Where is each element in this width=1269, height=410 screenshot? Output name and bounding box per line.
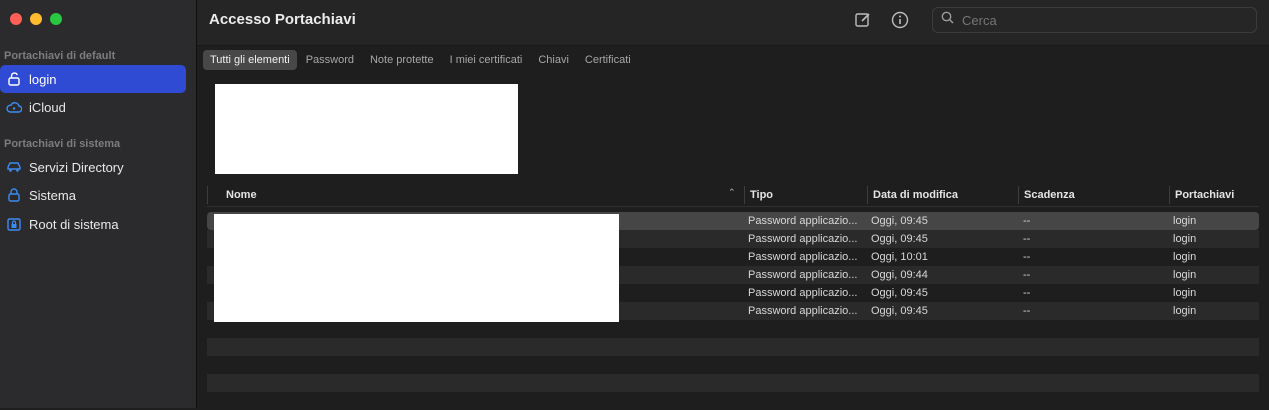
sidebar-item-sistema[interactable]: Sistema [0, 181, 186, 209]
column-header-data-di-modifica[interactable]: Data di modifica [873, 187, 958, 203]
compose-icon[interactable] [852, 9, 874, 31]
sidebar-item-login[interactable]: login [0, 65, 186, 93]
sidebar-item-icloud[interactable]: iCloud [0, 93, 186, 121]
empty-row [207, 374, 1259, 392]
cell-tipo: Password applicazio... [748, 233, 858, 245]
column-separator[interactable] [867, 186, 868, 204]
sidebar-item-label: Sistema [29, 187, 76, 203]
column-header-tipo[interactable]: Tipo [750, 187, 773, 203]
lock-icon [6, 187, 22, 203]
column-separator[interactable] [1169, 186, 1170, 204]
column-separator[interactable] [1018, 186, 1019, 204]
tab-password[interactable]: Password [299, 50, 361, 70]
cell-scadenza: -- [1023, 287, 1031, 299]
cell-tipo: Password applicazio... [748, 215, 858, 227]
cell-portachiavi: login [1173, 233, 1197, 245]
column-header-nome[interactable]: Nome [226, 187, 257, 203]
item-preview [215, 84, 518, 174]
sidebar-item-label: iCloud [29, 99, 66, 115]
main-content: Accesso Portachiavi Tutti gli elementi P… [197, 0, 1269, 408]
empty-row [207, 356, 1259, 374]
unlock-icon [6, 71, 22, 87]
cell-tipo: Password applicazio... [748, 251, 858, 263]
cell-portachiavi: login [1173, 215, 1197, 227]
sidebar-item-root-di-sistema[interactable]: Root di sistema [0, 210, 186, 238]
sidebar: Portachiavi di default login iCloud Port… [0, 0, 197, 408]
cell-data: Oggi, 10:01 [871, 251, 928, 263]
car-icon [6, 159, 22, 175]
column-header-portachiavi[interactable]: Portachiavi [1175, 187, 1234, 203]
cell-data: Oggi, 09:45 [871, 233, 928, 245]
cell-scadenza: -- [1023, 215, 1031, 227]
search-field[interactable] [932, 7, 1257, 33]
column-separator[interactable] [744, 186, 745, 204]
empty-row [207, 392, 1259, 410]
cell-portachiavi: login [1173, 305, 1197, 317]
section-system-keychains: Portachiavi di sistema [4, 138, 121, 150]
sidebar-item-servizi-directory[interactable]: Servizi Directory [0, 153, 186, 181]
cell-scadenza: -- [1023, 251, 1031, 263]
tab-note-protette[interactable]: Note protette [363, 50, 441, 70]
app-title: Accesso Portachiavi [209, 11, 356, 28]
cell-data: Oggi, 09:45 [871, 287, 928, 299]
section-default-keychains: Portachiavi di default [4, 50, 116, 62]
toolbar: Accesso Portachiavi [197, 0, 1269, 46]
cell-scadenza: -- [1023, 233, 1031, 245]
sidebar-item-label: login [29, 71, 57, 87]
cell-tipo: Password applicazio... [748, 305, 858, 317]
lock-box-icon [6, 216, 22, 232]
empty-row [207, 320, 1259, 338]
cell-data: Oggi, 09:44 [871, 269, 928, 281]
cell-scadenza: -- [1023, 269, 1031, 281]
info-icon[interactable] [889, 9, 911, 31]
cell-portachiavi: login [1173, 287, 1197, 299]
empty-row [207, 338, 1259, 356]
tab-i-miei-certificati[interactable]: I miei certificati [443, 50, 530, 70]
cell-portachiavi: login [1173, 269, 1197, 281]
tab-chiavi[interactable]: Chiavi [531, 50, 576, 70]
close-window-button[interactable] [10, 13, 22, 25]
cell-scadenza: -- [1023, 305, 1031, 317]
cell-tipo: Password applicazio... [748, 269, 858, 281]
cell-data: Oggi, 09:45 [871, 305, 928, 317]
category-tabs: Tutti gli elementi Password Note protett… [203, 50, 638, 70]
search-input[interactable] [960, 11, 1244, 29]
minimize-window-button[interactable] [30, 13, 42, 25]
sidebar-item-label: Root di sistema [29, 216, 119, 232]
window-controls [10, 13, 62, 25]
column-separator [207, 186, 208, 204]
redacted-names-area [214, 214, 619, 322]
cell-portachiavi: login [1173, 251, 1197, 263]
cell-tipo: Password applicazio... [748, 287, 858, 299]
tab-tutti-gli-elementi[interactable]: Tutti gli elementi [203, 50, 297, 70]
zoom-window-button[interactable] [50, 13, 62, 25]
table-header: Nome ⌃ Tipo Data di modifica Scadenza Po… [207, 184, 1259, 207]
search-icon [941, 11, 954, 29]
sort-ascending-icon[interactable]: ⌃ [728, 187, 736, 198]
tab-certificati[interactable]: Certificati [578, 50, 638, 70]
cloud-icon [6, 99, 22, 115]
sidebar-item-label: Servizi Directory [29, 159, 124, 175]
cell-data: Oggi, 09:45 [871, 215, 928, 227]
column-header-scadenza[interactable]: Scadenza [1024, 187, 1075, 203]
